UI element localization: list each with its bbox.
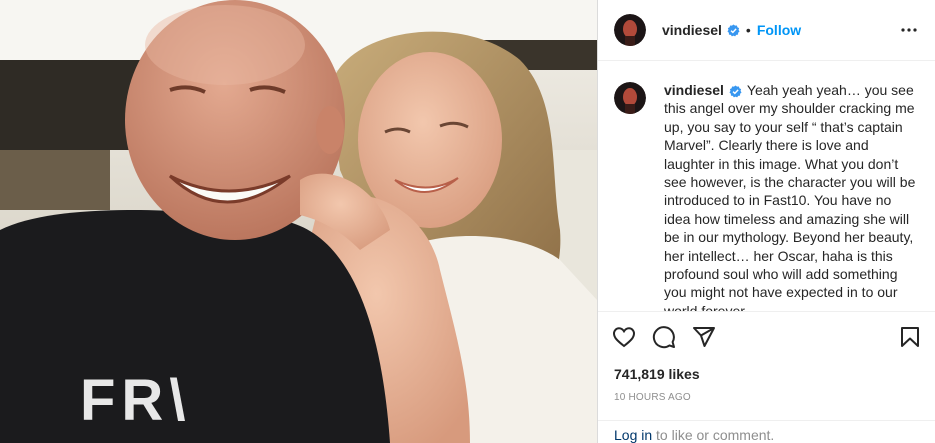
avatar[interactable]	[614, 14, 646, 46]
heart-icon[interactable]	[612, 325, 636, 349]
caption-section: vindiesel Yeah yeah yeah… you see this an…	[598, 61, 935, 311]
post-timestamp[interactable]: 10 HOURS AGO	[614, 392, 691, 403]
post-photo[interactable]: FR\	[0, 0, 597, 443]
header-username[interactable]: vindiesel	[662, 22, 722, 38]
login-prompt: Log in to like or comment.	[598, 420, 935, 443]
separator-dot: •	[745, 22, 751, 38]
divider	[598, 311, 935, 312]
verified-badge-icon	[727, 23, 740, 37]
paper-plane-icon[interactable]	[692, 325, 716, 349]
login-link[interactable]: Log in	[614, 427, 652, 443]
post-header: vindiesel • Follow	[598, 0, 935, 61]
shirt-print-text: FR\	[80, 368, 191, 433]
more-options-icon[interactable]	[900, 22, 918, 38]
action-bar	[598, 313, 935, 361]
likes-count[interactable]: 741,819 likes	[614, 366, 700, 382]
caption-text: vindiesel Yeah yeah yeah… you see this an…	[664, 81, 918, 311]
post-sidebar: vindiesel • Follow vindiesel Yeah yeah ye…	[597, 0, 935, 443]
caption-body: Yeah yeah yeah… you see this angel over …	[664, 82, 916, 311]
verified-badge-icon	[729, 85, 742, 98]
caption-username[interactable]: vindiesel	[664, 82, 724, 98]
bookmark-icon[interactable]	[898, 325, 922, 349]
login-prompt-text: to like or comment.	[652, 427, 775, 443]
post-image: FR\	[0, 0, 597, 443]
post-container: FR\ vindiesel • Follow vindiesel Yeah ye…	[0, 0, 935, 443]
comment-icon[interactable]	[652, 325, 676, 349]
caption-avatar[interactable]	[614, 82, 646, 114]
follow-button[interactable]: Follow	[757, 22, 801, 38]
